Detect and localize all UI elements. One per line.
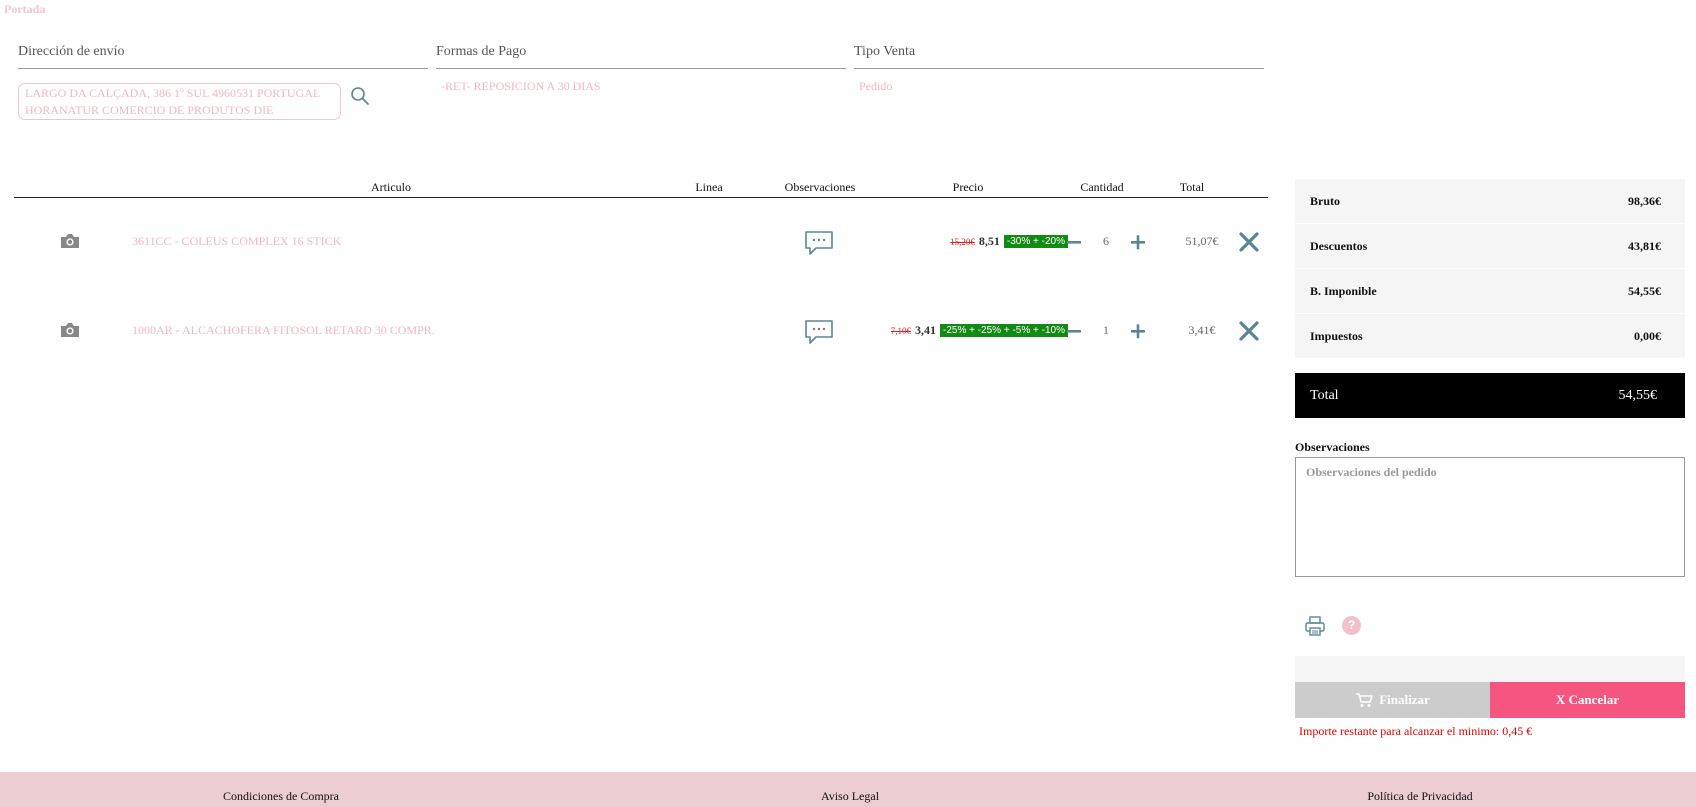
quantity-value[interactable]: 1 <box>1098 323 1114 338</box>
sale-type-value[interactable]: Pedido <box>854 79 1264 94</box>
printer-icon[interactable] <box>1304 615 1326 637</box>
summary-value: 0,00€ <box>1634 328 1661 343</box>
header-line: Linea <box>695 180 723 194</box>
search-icon[interactable] <box>350 86 370 106</box>
price-cell: 7,10€ 3,41 -25% + -25% + -5% + -10% <box>891 323 1068 338</box>
summary-value: 54,55€ <box>1628 283 1661 298</box>
camera-icon[interactable] <box>59 232 81 250</box>
plus-icon[interactable] <box>1130 321 1146 341</box>
help-icon[interactable]: ? <box>1342 616 1361 635</box>
table-row: 3611CC - COLEUS COMPLEX 16 STICK 15,20€ … <box>14 222 1268 262</box>
payment-underline <box>436 68 846 69</box>
order-summary: Bruto 98,36€ Descuentos 43,81€ B. Imponi… <box>1295 179 1685 359</box>
sale-type-label: Tipo Venta <box>854 44 916 59</box>
payment-field: Formas de Pago -RET- REPOSICION A 30 DIA… <box>436 44 846 94</box>
close-icon[interactable] <box>1238 320 1260 342</box>
minus-icon[interactable] <box>1066 232 1082 252</box>
finalize-button[interactable]: Finalizar <box>1295 682 1490 718</box>
camera-icon[interactable] <box>59 321 81 339</box>
unit-price: 3,41 <box>914 323 936 337</box>
cart-icon <box>1356 693 1373 707</box>
sale-type-underline <box>854 68 1264 69</box>
discount-badge: -30% + -20% <box>1003 235 1068 248</box>
summary-value: 98,36€ <box>1628 193 1661 208</box>
comment-icon[interactable] <box>804 230 834 256</box>
comment-icon[interactable] <box>804 319 834 345</box>
notes-label: Observaciones <box>1295 440 1370 454</box>
address-underline <box>18 68 428 69</box>
summary-gross: Bruto 98,36€ <box>1295 179 1685 223</box>
quantity-value[interactable]: 6 <box>1098 234 1114 249</box>
unit-price: 8,51 <box>978 234 1000 248</box>
close-icon[interactable] <box>1238 231 1260 253</box>
line-total: 51,07€ <box>1185 234 1219 248</box>
summary-label: B. Imponible <box>1310 283 1377 298</box>
summary-label: Bruto <box>1310 193 1340 208</box>
summary-label: Descuentos <box>1310 238 1368 253</box>
header-price: Precio <box>952 180 984 194</box>
breadcrumb-home[interactable]: Portada <box>4 2 45 17</box>
actions-bar <box>1295 656 1685 682</box>
footer-link-conditions[interactable]: Condiciones de Compra <box>223 789 339 804</box>
header-article: Articulo <box>371 180 411 194</box>
payment-label: Formas de Pago <box>436 44 527 59</box>
footer-link-legal[interactable]: Aviso Legal <box>821 789 879 804</box>
notes-textarea[interactable] <box>1295 457 1685 577</box>
summary-taxes: Impuestos 0,00€ <box>1295 314 1685 358</box>
summary-value: 43,81€ <box>1628 238 1661 253</box>
summary-total: Total 54,55€ <box>1295 373 1685 418</box>
minus-icon[interactable] <box>1066 321 1082 341</box>
finalize-label: Finalizar <box>1379 692 1430 707</box>
address-label: Dirección de envío <box>18 44 125 59</box>
address-field: Dirección de envío <box>18 44 428 69</box>
price-cell: 15,20€ 8,51 -30% + -20% <box>950 234 1068 249</box>
table-row: 1000AR - ALCACHOFERA FITOSOL RETARD 30 C… <box>14 311 1268 351</box>
minimum-warning: Importe restante para alcanzar el minimo… <box>1299 724 1533 738</box>
discount-badge: -25% + -25% + -5% + -10% <box>939 324 1068 337</box>
total-label: Total <box>1310 387 1339 403</box>
footer-link-privacy[interactable]: Política de Privacidad <box>1367 789 1472 804</box>
summary-taxable: B. Imponible 54,55€ <box>1295 269 1685 313</box>
address-value[interactable]: LARGO DA CALÇADA, 386 1º SUL 4960531 POR… <box>18 83 341 120</box>
sale-type-field: Tipo Venta Pedido <box>854 44 1264 94</box>
header-total: Total <box>1179 180 1205 194</box>
product-description[interactable]: 3611CC - COLEUS COMPLEX 16 STICK <box>132 234 341 249</box>
table-header: Articulo Linea Observaciones Precio Cant… <box>14 178 1268 198</box>
summary-label: Impuestos <box>1310 328 1363 343</box>
footer: Condiciones de Compra Aviso Legal Políti… <box>0 772 1696 807</box>
summary-discounts: Descuentos 43,81€ <box>1295 224 1685 268</box>
cancel-button[interactable]: X Cancelar <box>1490 682 1685 718</box>
payment-value[interactable]: -RET- REPOSICION A 30 DIAS <box>436 79 846 94</box>
product-description[interactable]: 1000AR - ALCACHOFERA FITOSOL RETARD 30 C… <box>132 323 435 338</box>
plus-icon[interactable] <box>1130 232 1146 252</box>
old-price: 7,10€ <box>890 325 911 336</box>
total-value: 54,55€ <box>1618 387 1658 403</box>
old-price: 15,20€ <box>950 236 975 247</box>
header-quantity: Cantidad <box>1080 180 1124 194</box>
header-notes: Observaciones <box>784 180 856 194</box>
line-total: 3,41€ <box>1188 323 1216 337</box>
